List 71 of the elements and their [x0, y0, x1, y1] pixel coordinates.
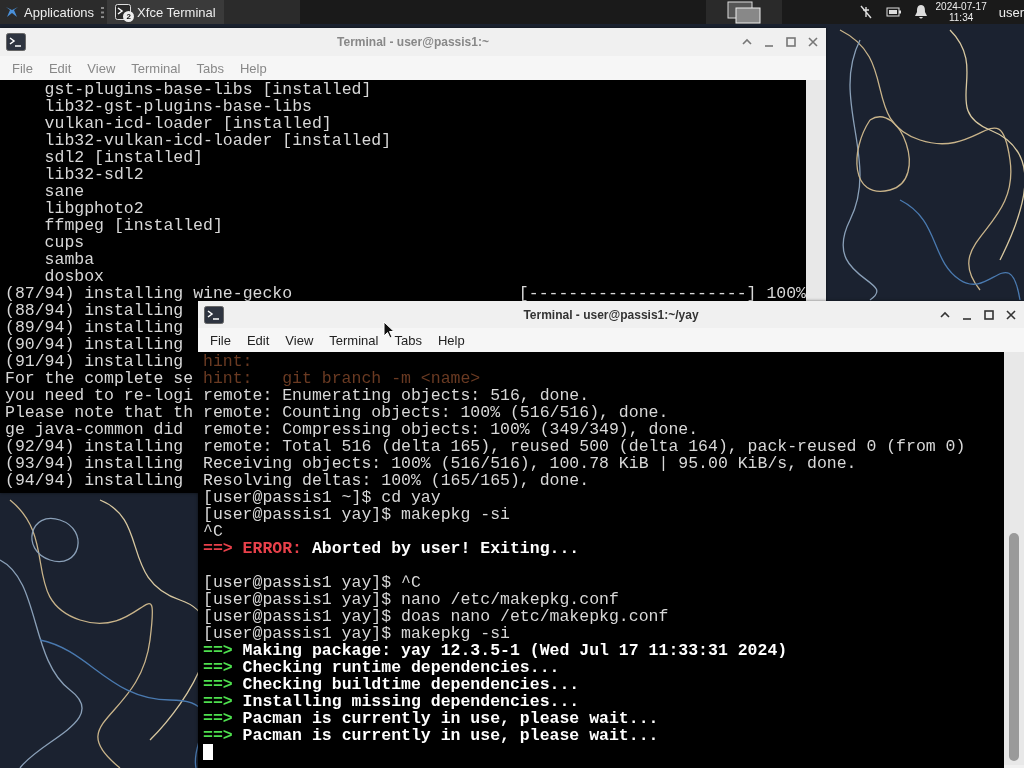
terminal-line: Installing missing dependencies...	[242, 693, 580, 710]
terminal-line: cups	[43, 234, 85, 251]
menu-item[interactable]: Terminal	[321, 330, 387, 350]
arrow-prefix: ==>	[203, 727, 233, 744]
terminal-line: libgphoto2	[43, 200, 144, 217]
menu-item[interactable]: Edit	[238, 330, 278, 350]
terminal-line: Pacman is currently in use, please wait...	[242, 727, 659, 744]
date-text: 2024-07-17	[935, 1, 987, 12]
terminal-line: Please note that th	[5, 404, 194, 421]
terminal-line: Checking runtime dependencies...	[242, 659, 560, 676]
terminal-line: Receiving objects: 100% (516/516), 100.78 KiB | 95.00 KiB/s, done.	[203, 455, 857, 472]
terminal-line: remote: Enumerating objects: 516, done.	[203, 387, 590, 404]
user-menu[interactable]: user	[994, 0, 1024, 24]
terminal-line: lib32-vulkan-icd-loader [installed]	[43, 132, 392, 149]
terminal-line: ge java-common did	[5, 421, 184, 438]
terminal-line: (94/94) installing	[5, 472, 184, 489]
terminal-line: samba	[43, 251, 95, 268]
terminal-line: (90/94) installing	[5, 336, 184, 353]
progress-text: [----------------------]	[518, 285, 757, 302]
terminal-line: Checking buildtime dependencies...	[242, 676, 580, 693]
arrow-prefix: ==>	[203, 642, 233, 659]
terminal-line: sdl2 [installed]	[43, 149, 204, 166]
menu-item[interactable]: Tabs	[386, 330, 430, 350]
terminal-line: Making package: yay 12.3.5-1 (Wed Jul 17 11:33:31 2024)	[242, 642, 788, 659]
terminal-line: [user@passis1 yay]$ nano /etc/makepkg.conf	[203, 591, 619, 608]
terminal-line: (93/94) installing	[5, 455, 184, 472]
menu-item[interactable]: View	[277, 330, 322, 350]
terminal-line: Aborted by user! Exiting...	[311, 540, 580, 557]
terminal-line: (89/94) installing	[5, 319, 184, 336]
terminal-line: Pacman is currently in use, please wait...	[242, 710, 659, 727]
terminal-line: hint:	[203, 353, 253, 370]
terminal-line: gst-plugins-base-libs [installed]	[43, 81, 372, 98]
applications-menu[interactable]: Applications	[0, 0, 99, 24]
terminal-line: Resolving deltas: 100% (165/165), done.	[203, 472, 590, 489]
menu-item[interactable]: Help	[429, 330, 473, 350]
arrow-prefix: ==>	[203, 693, 233, 710]
terminal-line: [user@passis1 yay]$ makepkg -si	[203, 506, 510, 523]
terminal-line: [user@passis1 yay]$ ^C	[203, 574, 421, 591]
terminal-line: remote: Total 516 (delta 165), reused 500 (delta 164), pack-reused 0 (from 0)	[203, 438, 966, 455]
terminal-line: dosbox	[43, 268, 104, 285]
terminal-line: ^C	[203, 523, 223, 540]
terminal-line: vulkan-icd-loader [installed]	[43, 115, 332, 132]
clock[interactable]: 2024-07-17 11:34	[935, 1, 987, 23]
window-count-badge: 2	[123, 11, 135, 22]
terminal-line: sane	[43, 183, 85, 200]
taskbar-button[interactable]: 2 Xfce Terminal	[107, 0, 224, 24]
terminal-line: [user@passis1 yay]$ makepkg -si	[203, 625, 510, 642]
terminal-line: (87/94) installing wine-gecko	[5, 285, 293, 302]
terminal-line: lib32-sdl2	[43, 166, 144, 183]
window-title: Terminal - user@passis1:~/yay	[523, 307, 699, 322]
terminal-line: [user@passis1 yay]$ doas nano /etc/makepkg.conf	[203, 608, 669, 625]
terminal-line: you need to re-logi	[5, 387, 194, 404]
arrow-prefix: ==>	[203, 659, 233, 676]
terminal-line: lib32-gst-plugins-base-libs	[43, 98, 312, 115]
arrow-prefix: ==>	[203, 710, 233, 727]
terminal-line: [user@passis1 ~]$ cd yay	[203, 489, 441, 506]
terminal-line: (91/94) installing	[5, 353, 184, 370]
window-title: Terminal - user@passis1:~	[337, 35, 489, 49]
terminal-line: For the complete se	[5, 370, 194, 387]
time-text: 11:34	[948, 12, 974, 23]
arrow-prefix: ==>	[203, 540, 233, 557]
terminal-line: remote: Counting objects: 100% (516/516), done.	[203, 404, 669, 421]
terminal-line: hint: git branch -m <name>	[203, 370, 481, 387]
menu-item[interactable]: File	[202, 330, 239, 350]
percent-text: 100%	[766, 285, 806, 302]
terminal-line: (88/94) installing	[5, 302, 184, 319]
error-label: ERROR:	[242, 540, 303, 557]
arrow-prefix: ==>	[203, 676, 233, 693]
terminal-line: remote: Compressing objects: 100% (349/349), done.	[203, 421, 699, 438]
terminal-line: ffmpeg [installed]	[43, 217, 223, 234]
terminal-line: (92/94) installing	[5, 438, 184, 455]
